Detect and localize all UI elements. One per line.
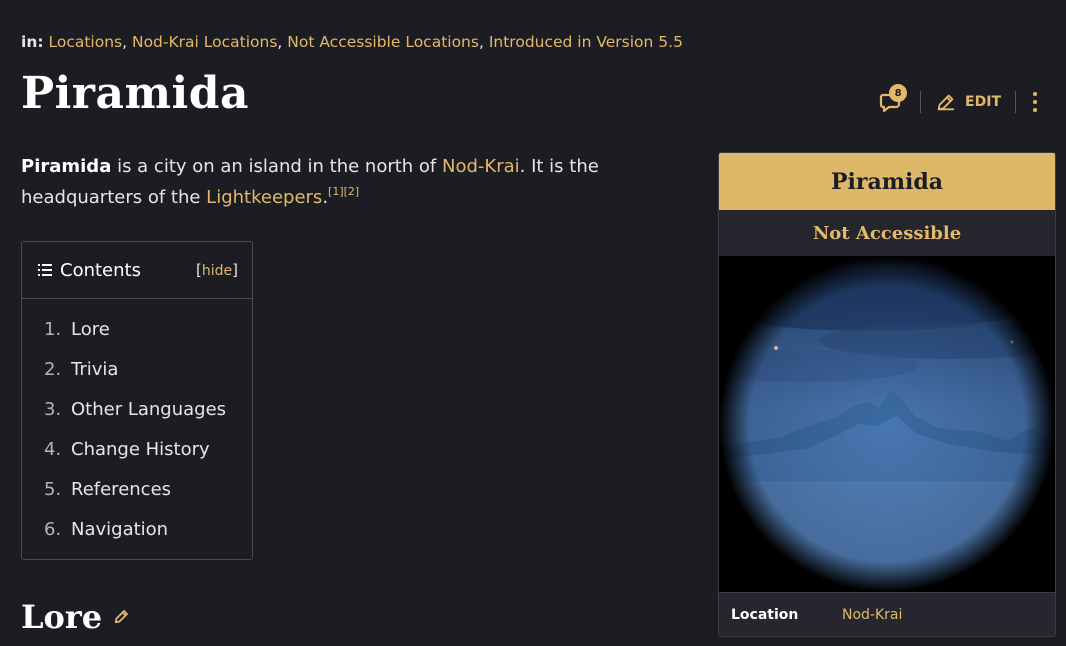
infobox-title: Piramida [719,153,1055,210]
toc-label: Trivia [71,358,119,380]
toc-item-other-languages[interactable]: 3. Other Languages [44,389,252,429]
category-label: in: [21,33,44,51]
divider [920,91,922,113]
toc-item-lore[interactable]: 1. Lore [44,309,252,349]
list-icon [38,264,52,276]
toc-list: 1. Lore 2. Trivia 3. Other Languages 4. Chan… [22,299,252,549]
toc-number: 3. [44,398,62,420]
section-heading-lore: Lore [21,598,130,636]
island-scene-image [719,256,1055,592]
toc-label: Navigation [71,518,169,540]
infobox-row-location: Location Nod-Krai [719,592,1055,636]
intro-paragraph: Piramida is a city on an island in the n… [21,151,671,213]
toc-label: References [71,478,172,500]
page-actions: 8 EDIT [876,84,1040,118]
edit-button[interactable]: EDIT [935,91,1001,113]
location-image[interactable] [719,256,1055,592]
kebab-dot-icon [1033,92,1037,96]
toc-number: 5. [44,478,62,500]
toc-item-trivia[interactable]: 2. Trivia [44,349,252,389]
kebab-dot-icon [1033,108,1037,112]
edit-label: EDIT [965,94,1001,110]
toc-title: Contents [60,259,141,281]
toc-number: 1. [44,318,62,340]
toc-number: 6. [44,518,62,540]
toc-hide-toggle: [hide] [196,261,238,279]
toc-hide-link[interactable]: hide [202,263,232,279]
category-bar: in: Locations, Nod-Krai Locations, Not A… [21,33,683,51]
edit-section-icon[interactable] [112,608,130,626]
toc-item-navigation[interactable]: 6. Navigation [44,509,252,549]
toc-number: 4. [44,438,62,460]
link-nod-krai[interactable]: Nod-Krai [442,156,520,177]
infobox-subtitle: Not Accessible [719,210,1055,256]
table-of-contents: Contents [hide] 1. Lore 2. Trivia 3. Other … [21,241,253,560]
toc-item-change-history[interactable]: 4. Change History [44,429,252,469]
comment-count-badge: 8 [889,84,908,102]
link-lightkeepers[interactable]: Lightkeepers [206,187,322,208]
reference-links[interactable]: [1][2] [328,185,359,198]
pencil-icon [937,94,955,111]
divider [1015,91,1016,113]
infobox: Piramida Not Accessible Location Nod-Kra… [718,152,1056,637]
intro-subject: Piramida [21,156,112,177]
toc-label: Change History [71,438,210,460]
comments-button[interactable]: 8 [876,84,908,117]
category-link-nod-krai-locations[interactable]: Nod-Krai Locations [132,33,277,51]
intro-text: is a city on an island in the north of [111,156,442,177]
category-link-not-accessible[interactable]: Not Accessible Locations [287,33,479,51]
section-heading-text: Lore [21,598,103,636]
more-options-button[interactable] [1030,92,1040,112]
toc-label: Lore [71,318,110,340]
category-link-version[interactable]: Introduced in Version 5.5 [489,33,683,51]
toc-header: Contents [hide] [22,242,252,299]
infobox-value-link[interactable]: Nod-Krai [842,607,902,623]
page-title: Piramida [21,68,250,119]
toc-item-references[interactable]: 5. References [44,469,252,509]
toc-label: Other Languages [71,398,227,420]
category-link-locations[interactable]: Locations [48,33,122,51]
infobox-key: Location [731,607,799,623]
toc-number: 2. [44,358,62,380]
kebab-dot-icon [1033,100,1037,104]
